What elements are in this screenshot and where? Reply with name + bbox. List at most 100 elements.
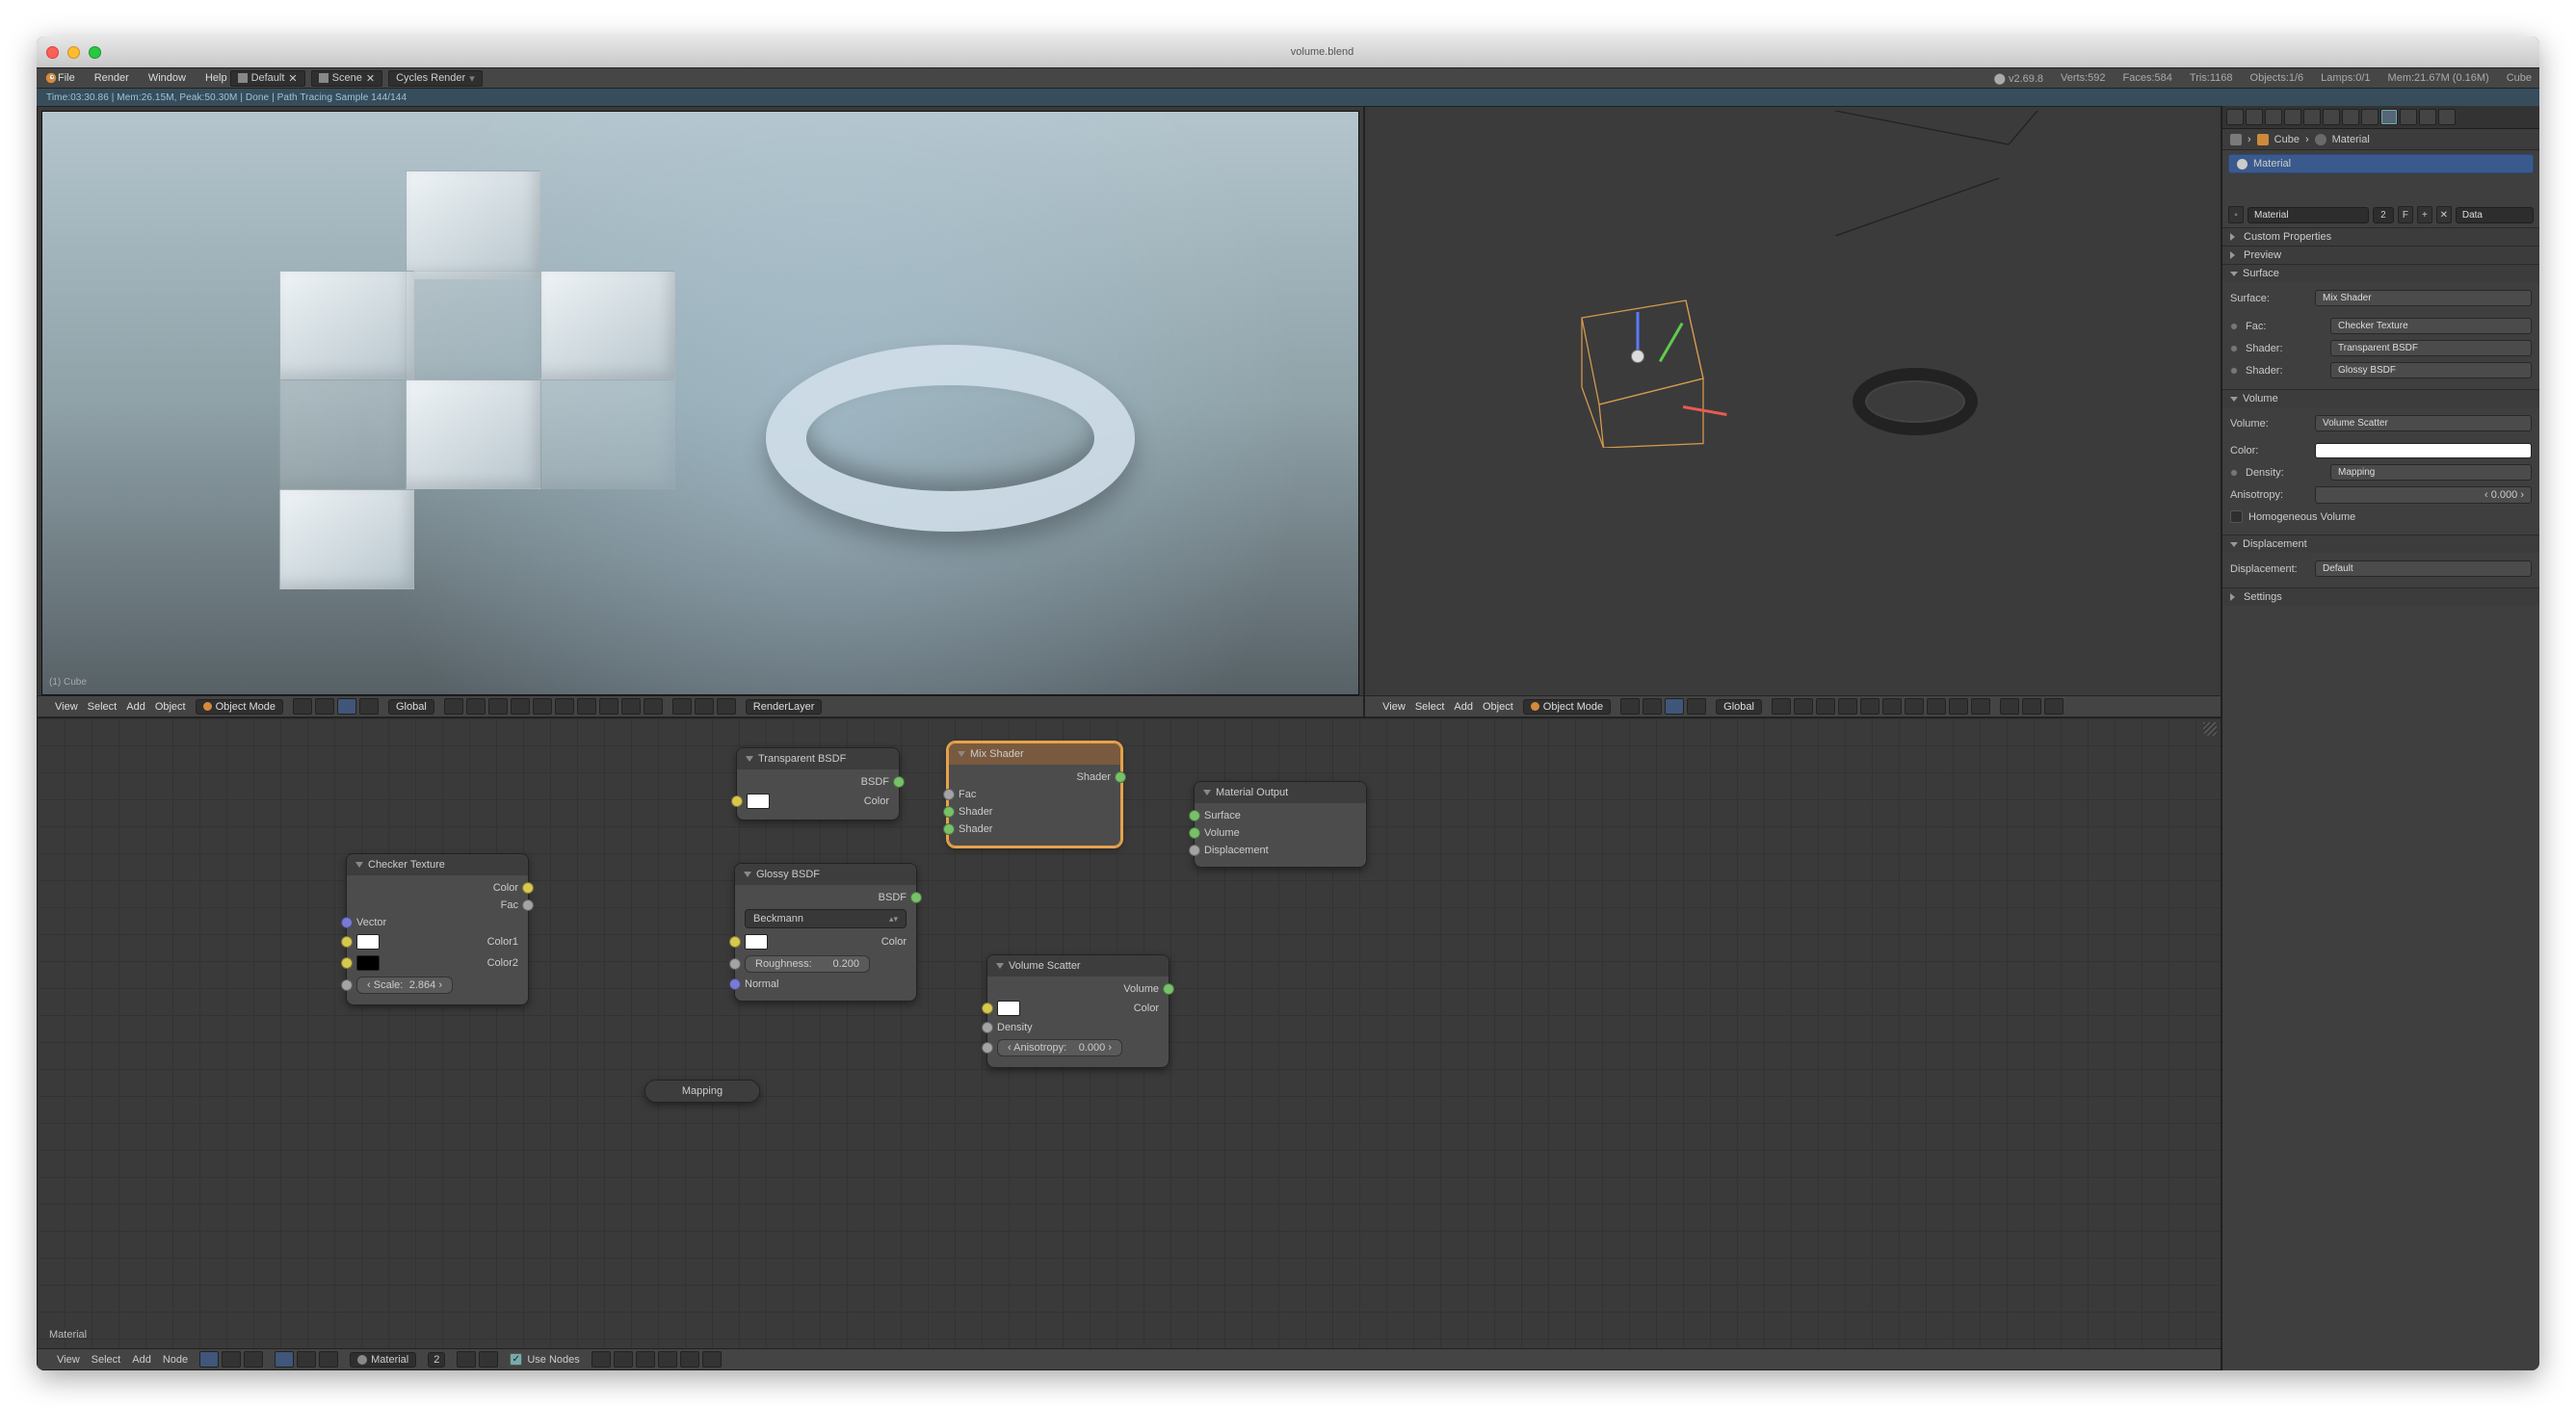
ne-menu-view[interactable]: View [57,1354,80,1366]
use-nodes-toggle[interactable]: ✓ Use Nodes [510,1353,579,1366]
color2-swatch[interactable] [356,955,380,971]
pivot-icon[interactable] [315,698,334,715]
texture-tree-icon[interactable] [244,1351,263,1368]
breadcrumb-object[interactable]: Cube [2274,134,2300,145]
panel-custom-properties[interactable]: Custom Properties [2222,228,2539,246]
menu-file[interactable]: File [58,72,75,84]
shader-tree-icon[interactable] [199,1351,219,1368]
panel-volume-header[interactable]: Volume [2222,390,2539,407]
lamp-shader-icon[interactable] [319,1351,338,1368]
material-datablock-selector[interactable]: Material [350,1352,416,1368]
material-slot-list[interactable]: Material [2222,150,2539,202]
homogeneous-volume-toggle[interactable]: Homogeneous Volume [2230,507,2532,527]
fac-field[interactable]: Checker Texture [2330,318,2532,334]
material-users[interactable]: 2 [428,1352,445,1368]
new-material-btn[interactable]: + [2417,206,2432,223]
viewport-rendered[interactable]: (1) Cube View Select Add Object Object M… [37,106,1364,717]
lock-camera-icon[interactable] [672,698,692,715]
mode-dropdown[interactable]: Object Mode [196,699,283,715]
transform-orientation[interactable]: Global [388,699,434,715]
node-checker-texture[interactable]: Checker Texture Color Fac Vector Color1 … [346,853,529,1005]
color-swatch[interactable] [997,1001,1020,1016]
view3d-menu-select[interactable]: Select [88,701,118,713]
color-swatch[interactable] [747,794,770,809]
view3d-menu-view[interactable]: View [55,701,78,713]
view3d-menu-object[interactable]: Object [155,701,186,713]
manipulator-translate-icon[interactable] [359,698,379,715]
fake-user-btn[interactable]: F [2398,206,2413,223]
menu-window[interactable]: Window [148,72,186,84]
window-zoom-button[interactable] [89,46,101,59]
object-shader-icon[interactable] [275,1351,294,1368]
node-transparent-bsdf[interactable]: Transparent BSDF BSDF Color [736,747,900,821]
world-shader-icon[interactable] [297,1351,316,1368]
proportional-icon[interactable] [717,698,736,715]
scale-field[interactable]: ‹ Scale:2.864 › [356,977,453,994]
panel-displacement-header[interactable]: Displacement [2222,535,2539,553]
view3d-menu-object[interactable]: Object [1483,701,1513,713]
properties-context-tabs[interactable] [2222,106,2539,129]
auto-render-icon[interactable] [636,1351,655,1368]
view3d-menu-add[interactable]: Add [126,701,145,713]
layer-buttons[interactable] [1772,698,1990,715]
browse-material-icon[interactable]: ◦ [2228,206,2244,223]
breadcrumb-material[interactable]: Material [2332,134,2370,145]
view3d-menu-select[interactable]: Select [1415,701,1445,713]
manipulator-icon[interactable] [337,698,356,715]
shader1-field[interactable]: Transparent BSDF [2330,340,2532,356]
node-editor[interactable]: Checker Texture Color Fac Vector Color1 … [37,717,2221,1370]
menu-help[interactable]: Help [205,72,227,84]
view3d-menu-view[interactable]: View [1382,701,1406,713]
menu-render[interactable]: Render [94,72,129,84]
volume-shader-select[interactable]: Volume Scatter [2315,415,2532,431]
ne-menu-select[interactable]: Select [92,1354,121,1366]
pin-icon[interactable] [591,1351,611,1368]
copy-icon[interactable] [680,1351,699,1368]
node-mix-shader[interactable]: Mix Shader Shader Fac Shader Shader [948,743,1121,847]
density-field[interactable]: Mapping [2330,464,2532,481]
node-material-output[interactable]: Material Output Surface Volume Displacem… [1194,781,1367,868]
unlink-btn[interactable] [479,1351,498,1368]
render-layer-dropdown[interactable]: RenderLayer [746,699,823,715]
volume-color-chip[interactable] [2315,443,2532,458]
view3d-menu-add[interactable]: Add [1454,701,1473,713]
distribution-select[interactable]: Beckmann▴▾ [745,909,907,928]
window-minimize-button[interactable] [67,46,80,59]
mode-dropdown[interactable]: Object Mode [1523,699,1611,715]
unlink-material-btn[interactable]: ✕ [2436,206,2452,223]
color1-swatch[interactable] [356,934,380,950]
node-glossy-bsdf[interactable]: Glossy BSDF BSDF Beckmann▴▾ Color Roughn… [734,863,917,1002]
region-corner-handle[interactable] [2203,722,2217,736]
ne-menu-node[interactable]: Node [163,1354,188,1366]
scene-dropdown[interactable]: Scene✕ [311,70,382,87]
panel-surface-header[interactable]: Surface [2222,265,2539,282]
roughness-field[interactable]: Roughness:0.200 [745,955,870,973]
material-slot[interactable]: Material [2228,154,2534,173]
panel-settings[interactable]: Settings [2222,588,2539,606]
backdrop-icon[interactable] [614,1351,633,1368]
snap-icon[interactable] [658,1351,677,1368]
viewport-wireframe[interactable]: View Select Add Object Object Mode Globa… [1364,106,2221,717]
panel-preview[interactable]: Preview [2222,247,2539,264]
displacement-select[interactable]: Default [2315,560,2532,577]
shader2-field[interactable]: Glossy BSDF [2330,362,2532,378]
transform-orientation[interactable]: Global [1716,699,1762,715]
fake-user-btn[interactable] [457,1351,476,1368]
ne-menu-add[interactable]: Add [132,1354,151,1366]
snap-icon[interactable] [695,698,714,715]
material-name-field[interactable]: Material [2247,207,2369,223]
paste-icon[interactable] [702,1351,722,1368]
anisotropy-field[interactable]: ‹ 0.000 › [2315,486,2532,504]
anisotropy-field[interactable]: ‹ Anisotropy:0.000 › [997,1039,1122,1056]
node-volume-scatter[interactable]: Volume Scatter Volume Color Density ‹ An… [986,954,1170,1068]
link-select[interactable]: Data [2456,207,2534,223]
material-users[interactable]: 2 [2373,207,2394,223]
surface-shader-select[interactable]: Mix Shader [2315,290,2532,306]
render-engine-dropdown[interactable]: Cycles Render ▾ [388,70,483,87]
compositor-tree-icon[interactable] [222,1351,241,1368]
color-swatch[interactable] [745,934,768,950]
window-close-button[interactable] [46,46,59,59]
node-mapping[interactable]: Mapping [644,1080,760,1103]
screen-layout-dropdown[interactable]: Default✕ [230,70,305,87]
viewport-shading-icon[interactable] [293,698,312,715]
